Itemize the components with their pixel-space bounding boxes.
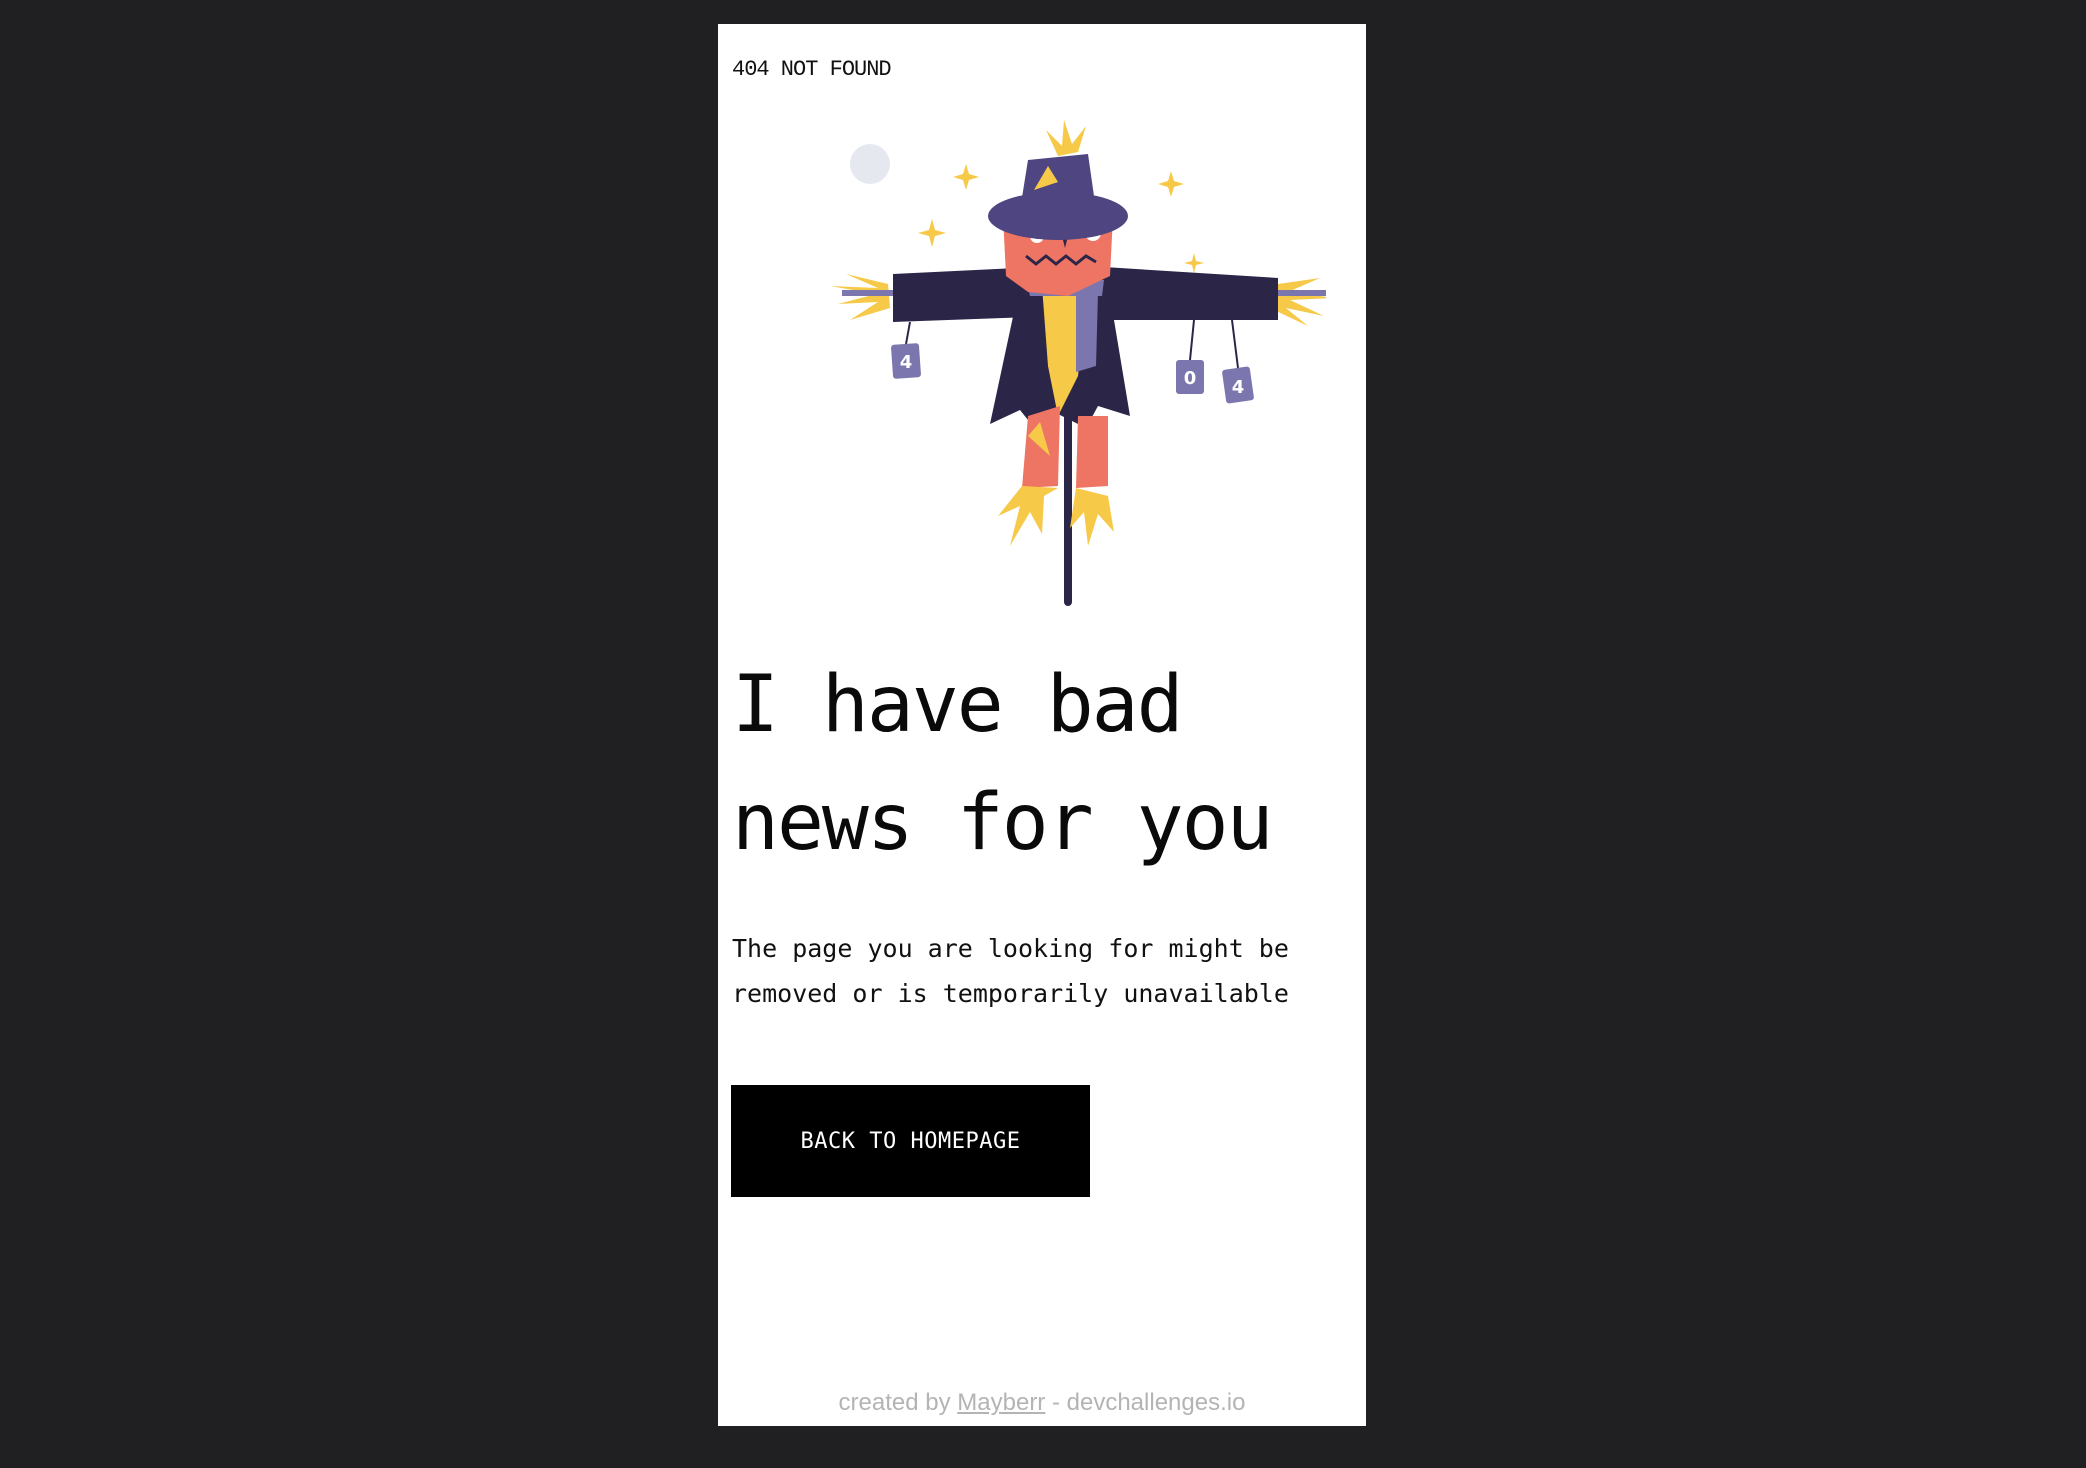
footer-credit: created by Mayberr - devchallenges.io [718, 1389, 1366, 1417]
headline-line: I have bad [732, 660, 1184, 750]
headline-line: news for you [732, 778, 1274, 868]
can-label: 0 [1184, 368, 1197, 389]
moon-shape [850, 144, 890, 184]
back-to-homepage-button[interactable]: BACK TO HOMEPAGE [731, 1085, 1090, 1197]
page-headline: I have bad news for you [732, 646, 1352, 882]
scarecrow-illustration: 4 0 4 [830, 120, 1326, 606]
can-label: 4 [900, 352, 913, 373]
footer-prefix: created by [838, 1389, 958, 1416]
can-label: 4 [1232, 377, 1245, 398]
author-link[interactable]: Mayberr [957, 1389, 1045, 1416]
error-card: 404 NOT FOUND 4 0 4 I have bad news for … [718, 24, 1366, 1426]
site-brand: 404 NOT FOUND [732, 57, 892, 82]
message-line: removed or is temporarily unavailable [732, 979, 1289, 1008]
error-message: The page you are looking for might be re… [732, 926, 1352, 1016]
message-line: The page you are looking for might be [732, 934, 1289, 963]
footer-suffix: - devchallenges.io [1045, 1389, 1246, 1416]
